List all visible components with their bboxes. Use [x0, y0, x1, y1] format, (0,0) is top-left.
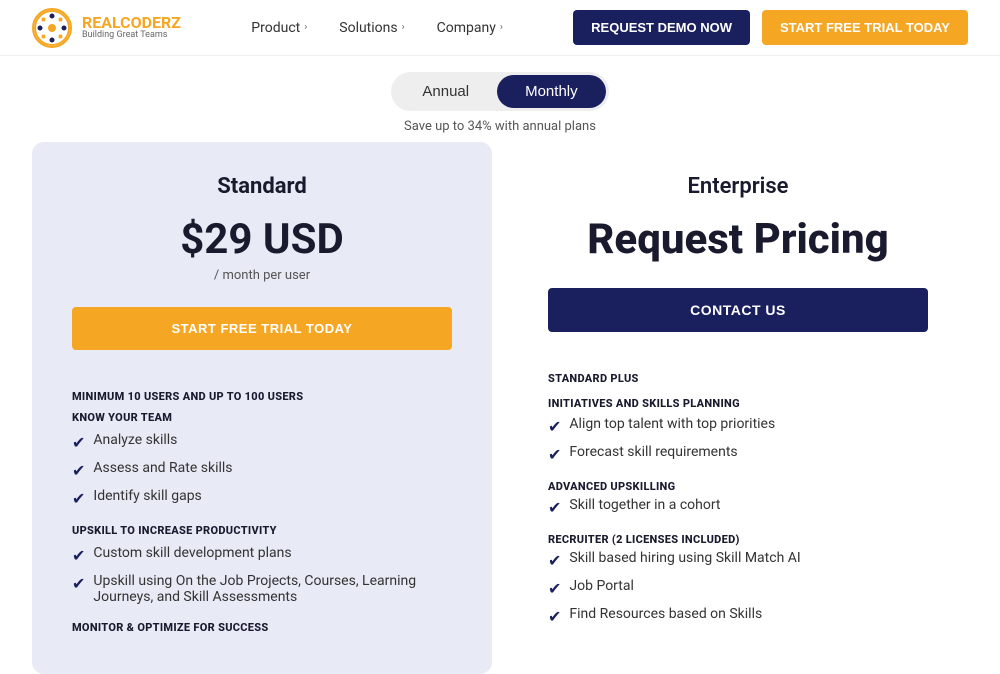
list-item: ✔ Identify skill gaps — [72, 488, 452, 508]
standard-plan-card: Standard $29 USD / month per user START … — [32, 142, 492, 674]
check-icon: ✔ — [548, 498, 561, 517]
tagline: Building Great Teams — [82, 31, 181, 41]
check-icon: ✔ — [548, 417, 561, 436]
trial-button[interactable]: START FREE TRIAL TODAY — [762, 10, 968, 45]
list-item: ✔ Align top talent with top priorities — [548, 416, 928, 436]
pricing-grid: Standard $29 USD / month per user START … — [0, 142, 1000, 674]
chevron-down-icon: › — [500, 22, 503, 33]
standard-price-period: / month per user — [72, 268, 452, 283]
standard-features-1: ✔ Analyze skills ✔ Assess and Rate skill… — [72, 432, 452, 508]
logo-area: REALCODERZ Building Great Teams — [32, 8, 181, 48]
enterprise-cta-button[interactable]: CONTACT US — [548, 288, 928, 332]
brand-name: REALCODERZ — [82, 14, 181, 32]
list-item: ✔ Upskill using On the Job Projects, Cou… — [72, 573, 452, 605]
standard-cta-button[interactable]: START FREE TRIAL TODAY — [72, 307, 452, 350]
standard-section-header-2: UPSKILL TO INCREASE PRODUCTIVITY — [72, 524, 452, 537]
check-icon: ✔ — [72, 574, 85, 593]
enterprise-features-1: ✔ Align top talent with top priorities ✔… — [548, 416, 928, 464]
nav: Product › Solutions › Company › — [251, 20, 503, 36]
demo-button[interactable]: REQUEST DEMO NOW — [573, 10, 750, 45]
list-item: ✔ Skill together in a cohort — [548, 497, 928, 517]
check-icon: ✔ — [548, 551, 561, 570]
list-item: ✔ Custom skill development plans — [72, 545, 452, 565]
check-icon: ✔ — [72, 433, 85, 452]
check-icon: ✔ — [72, 489, 85, 508]
standard-section-header-3: MONITOR & OPTIMIZE FOR SUCCESS — [72, 621, 452, 634]
standard-section-header-1: MINIMUM 10 USERS AND UP TO 100 USERS — [72, 390, 452, 403]
logo-text: REALCODERZ Building Great Teams — [82, 14, 181, 41]
ent-section-header-1: STANDARD PLUS — [548, 372, 928, 385]
check-icon: ✔ — [72, 461, 85, 480]
list-item: ✔ Job Portal — [548, 578, 928, 598]
annual-toggle-button[interactable]: Annual — [394, 75, 497, 108]
check-icon: ✔ — [548, 607, 561, 626]
chevron-down-icon: › — [402, 22, 405, 33]
list-item: ✔ Skill based hiring using Skill Match A… — [548, 550, 928, 570]
standard-features-2: ✔ Custom skill development plans ✔ Upski… — [72, 545, 452, 605]
billing-toggle-section: Annual Monthly Save up to 34% with annua… — [0, 56, 1000, 142]
savings-text: Save up to 34% with annual plans — [404, 119, 596, 134]
list-item: ✔ Find Resources based on Skills — [548, 606, 928, 626]
enterprise-features-3: ✔ Skill based hiring using Skill Match A… — [548, 550, 928, 626]
nav-product[interactable]: Product › — [251, 20, 307, 36]
monthly-toggle-button[interactable]: Monthly — [497, 75, 606, 108]
enterprise-features-2: ✔ Skill together in a cohort — [548, 497, 928, 517]
check-icon: ✔ — [548, 445, 561, 464]
nav-company[interactable]: Company › — [437, 20, 503, 36]
standard-plan-title: Standard — [72, 174, 452, 199]
list-item: ✔ Forecast skill requirements — [548, 444, 928, 464]
enterprise-plan-title: Enterprise — [548, 174, 928, 199]
ent-section-header-3: RECRUITER (2 LICENSES INCLUDED) — [548, 533, 928, 546]
check-icon: ✔ — [72, 546, 85, 565]
header-buttons: REQUEST DEMO NOW START FREE TRIAL TODAY — [573, 10, 968, 45]
header: REALCODERZ Building Great Teams Product … — [0, 0, 1000, 56]
nav-solutions[interactable]: Solutions › — [339, 20, 404, 36]
list-item: ✔ Assess and Rate skills — [72, 460, 452, 480]
enterprise-price: Request Pricing — [548, 215, 928, 264]
toggle-container: Annual Monthly — [391, 72, 608, 111]
check-icon: ✔ — [548, 579, 561, 598]
standard-section-subheader-1: KNOW YOUR TEAM — [72, 411, 452, 424]
standard-price: $29 USD — [72, 215, 452, 264]
logo-icon — [32, 8, 72, 48]
chevron-down-icon: › — [304, 22, 307, 33]
ent-section-subheader-1: INITIATIVES AND SKILLS PLANNING — [548, 397, 928, 410]
list-item: ✔ Analyze skills — [72, 432, 452, 452]
enterprise-plan-card: Enterprise Request Pricing CONTACT US ST… — [508, 142, 968, 674]
ent-section-header-2: ADVANCED UPSKILLING — [548, 480, 928, 493]
